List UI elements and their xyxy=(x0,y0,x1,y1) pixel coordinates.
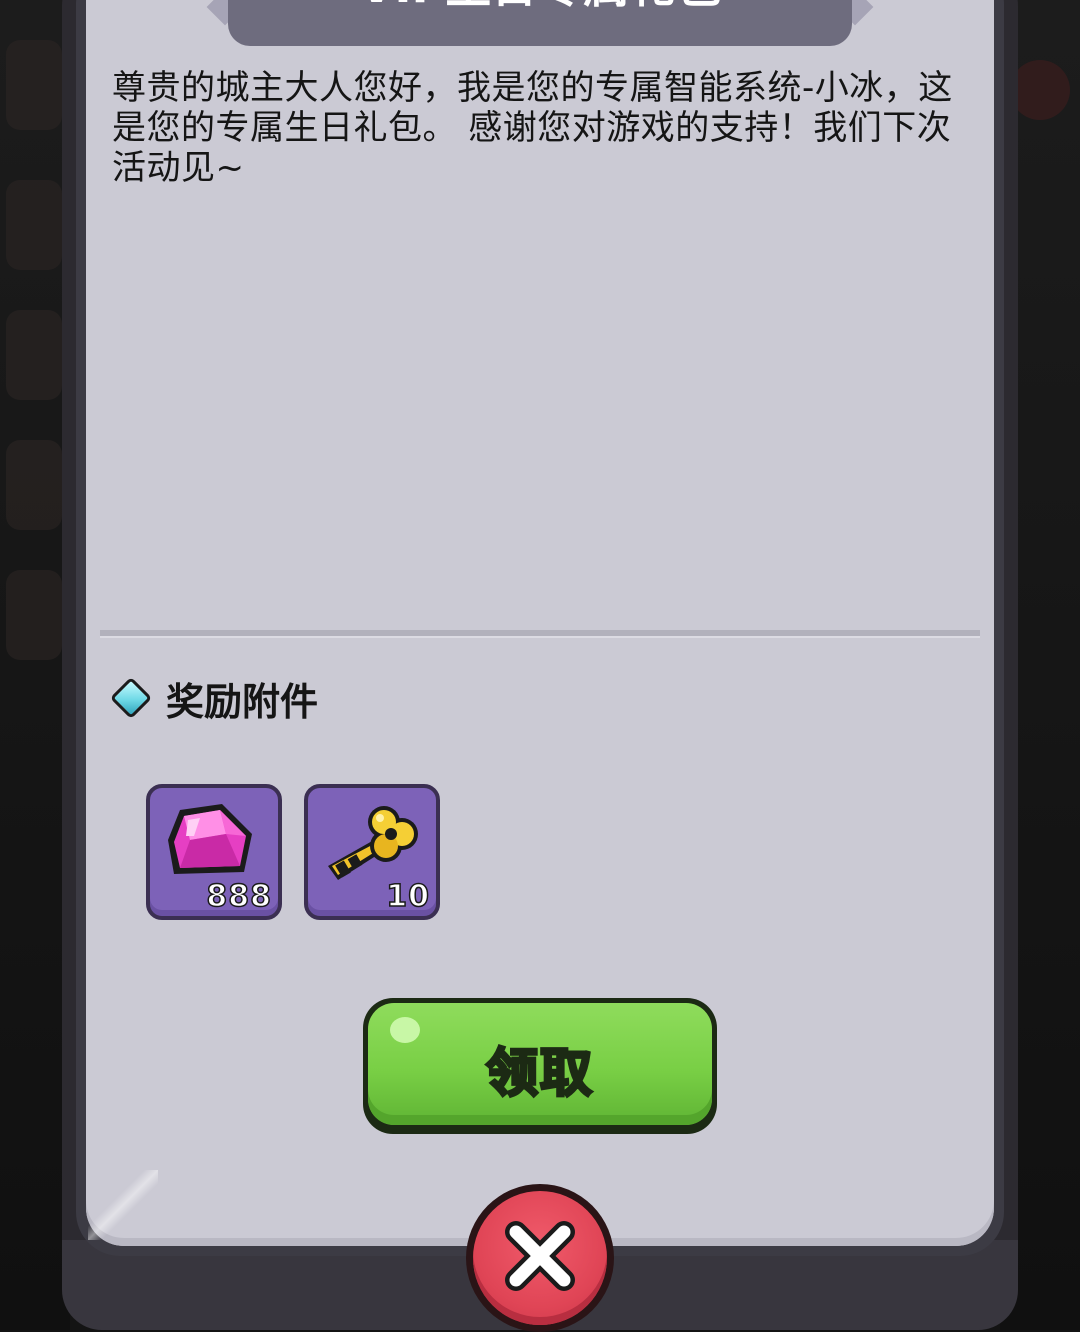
diamond-bullet-icon xyxy=(109,676,153,720)
claim-button-face: 领取 xyxy=(368,1003,712,1125)
dialog-message: 尊贵的城主大人您好，我是您的专属智能系统-小冰，这是您的专属生日礼包。 感谢您对… xyxy=(112,68,953,188)
reward-heading-label: 奖励附件 xyxy=(166,679,319,724)
background-decor xyxy=(6,440,62,530)
pink-gem-icon xyxy=(168,804,252,874)
title-banner: VIP生日专属礼包 xyxy=(228,0,852,46)
claim-button[interactable]: 领取 xyxy=(363,998,717,1134)
close-button[interactable] xyxy=(466,1184,614,1332)
reward-item-key[interactable]: 10 xyxy=(304,784,440,920)
gold-key-icon xyxy=(328,806,418,880)
background-decor xyxy=(6,180,62,270)
divider xyxy=(100,630,980,638)
dialog-title: VIP生日专属礼包 xyxy=(228,0,852,16)
background-decor xyxy=(6,40,62,130)
reward-quantity: 888 xyxy=(206,878,272,915)
background-decor xyxy=(1010,60,1070,120)
background-decor xyxy=(6,310,62,400)
reward-quantity: 10 xyxy=(386,878,430,915)
reward-heading: 奖励附件 xyxy=(109,674,318,724)
background-decor xyxy=(6,570,62,660)
claim-button-label: 领取 xyxy=(484,1043,594,1106)
reward-item-gem[interactable]: 888 xyxy=(146,784,282,920)
close-icon xyxy=(505,1221,575,1291)
corner-shine xyxy=(88,1170,158,1240)
